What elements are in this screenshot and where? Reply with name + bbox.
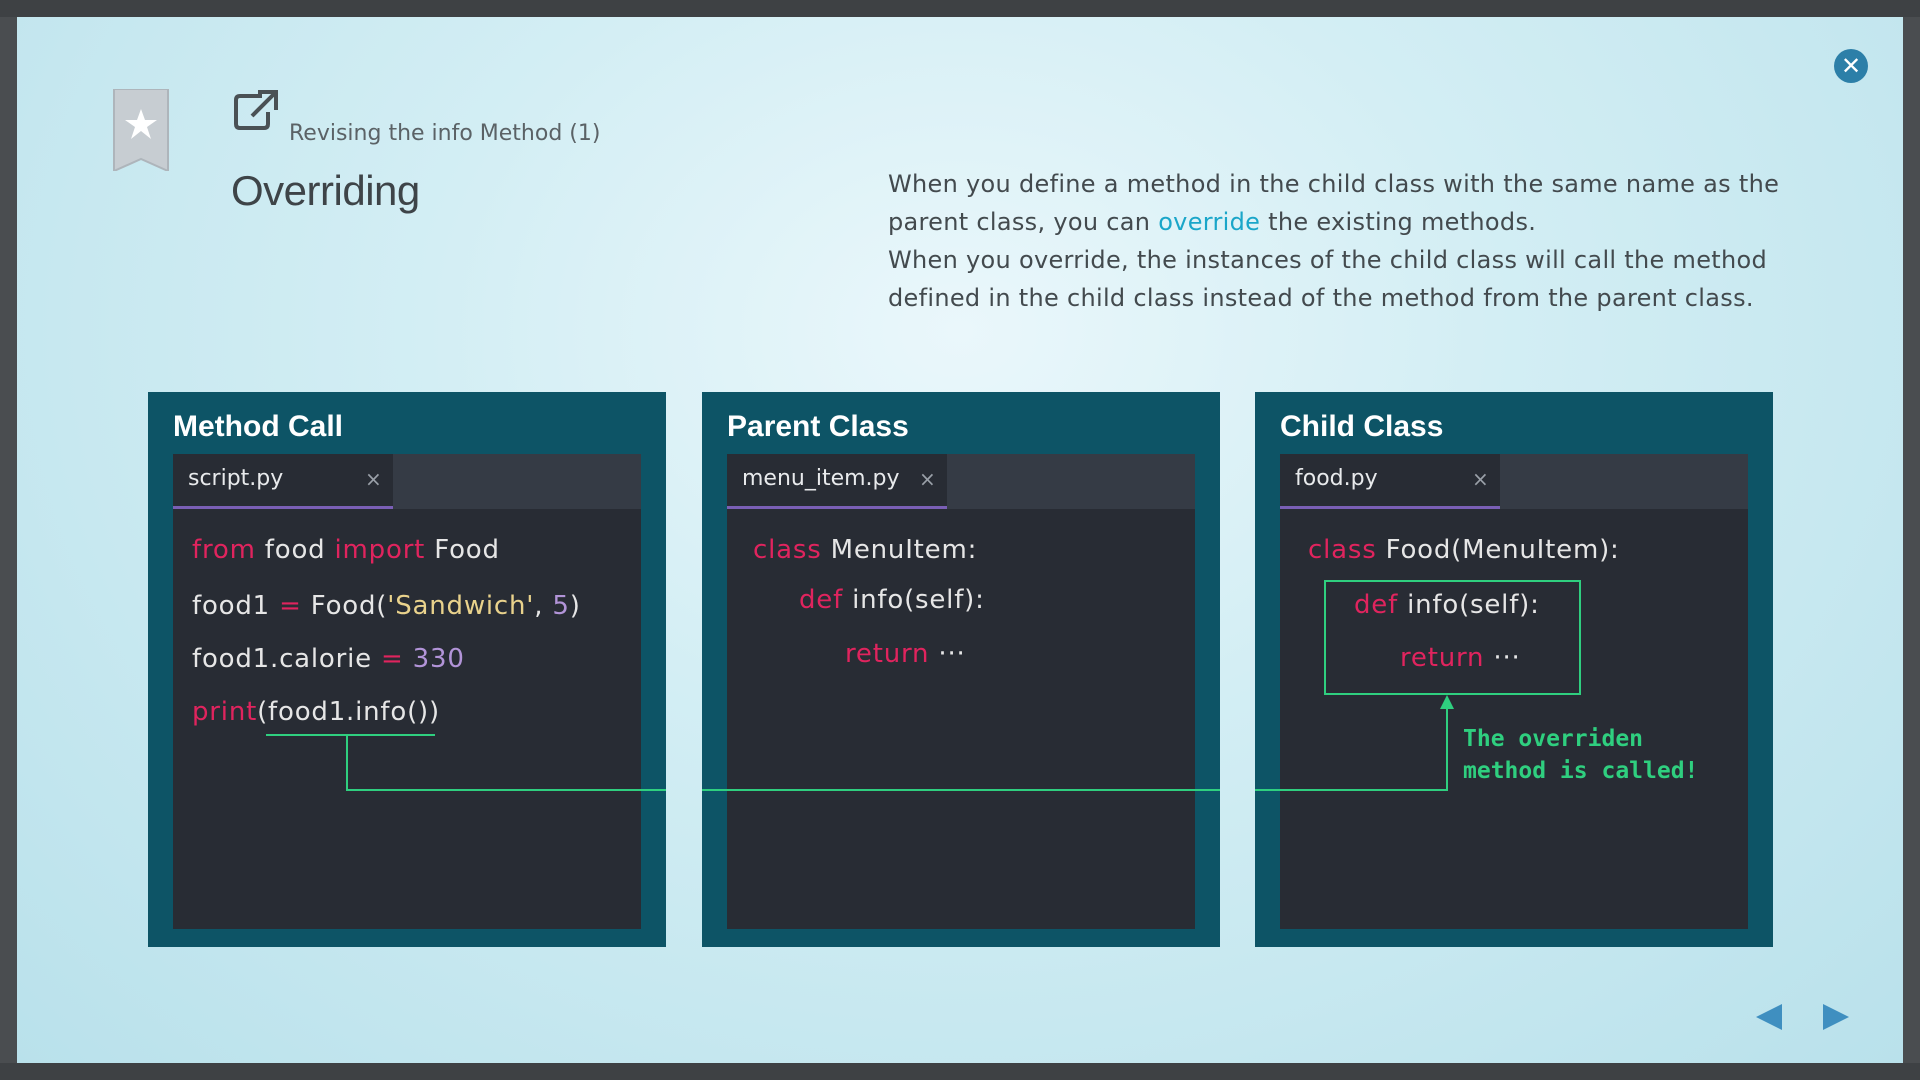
override-highlight: override	[1158, 208, 1261, 236]
code-line: from food import Food	[192, 535, 500, 565]
tab-close-icon[interactable]: ×	[1472, 467, 1489, 491]
code-line: def info(self):	[799, 585, 985, 615]
tab-filename: script.py	[188, 466, 284, 491]
page-title: Overriding	[231, 167, 420, 214]
code-line: food1.calorie = 330	[192, 644, 465, 674]
slide-modal: ✕ Revising the info Method (1) Overridin…	[17, 17, 1903, 1063]
panel-title: Child Class	[1280, 410, 1444, 443]
editor-tab[interactable]: menu_item.py ×	[727, 454, 947, 509]
lesson-subtitle: Revising the info Method (1)	[289, 121, 601, 146]
code-line: return ···	[845, 639, 966, 669]
editor-tab-bar: menu_item.py ×	[727, 454, 1195, 509]
code-line: print(food1.info())	[192, 697, 440, 727]
tab-close-icon[interactable]: ×	[365, 467, 382, 491]
method-call-panel: Method Call script.py × from food import…	[148, 392, 666, 947]
code-line: class Food(MenuItem):	[1308, 535, 1620, 565]
editor-tab[interactable]: food.py ×	[1280, 454, 1500, 509]
bookmark-star-icon[interactable]	[112, 89, 170, 171]
editor-tab[interactable]: script.py ×	[173, 454, 393, 509]
code-editor: food.py × class Food(MenuItem): def info…	[1280, 454, 1748, 929]
background-top-bar	[0, 0, 1920, 17]
override-note: The overriden method is called!	[1463, 726, 1699, 784]
close-icon[interactable]: ✕	[1834, 49, 1868, 83]
code-editor: script.py × from food import Food food1 …	[173, 454, 641, 929]
tab-close-icon[interactable]: ×	[919, 467, 936, 491]
description-text-3: When you override, the instances of the …	[888, 246, 1768, 312]
triangle-left-icon[interactable]	[1752, 1000, 1786, 1034]
code-line: return ···	[1400, 643, 1521, 673]
panel-title: Parent Class	[727, 410, 909, 443]
panel-title: Method Call	[173, 410, 343, 443]
parent-class-panel: Parent Class menu_item.py × class MenuIt…	[702, 392, 1220, 947]
external-link-icon[interactable]	[232, 88, 280, 132]
tab-filename: menu_item.py	[742, 466, 900, 491]
code-line: class MenuItem:	[753, 535, 978, 565]
code-editor: menu_item.py × class MenuItem: def info(…	[727, 454, 1195, 929]
triangle-right-icon[interactable]	[1819, 1000, 1853, 1034]
editor-tab-bar: food.py ×	[1280, 454, 1748, 509]
child-class-panel: Child Class food.py × class Food(MenuIte…	[1255, 392, 1773, 947]
description-text-2: the existing methods.	[1260, 208, 1537, 236]
code-line: food1 = Food('Sandwich', 5)	[192, 591, 581, 621]
slide-description: When you define a method in the child cl…	[888, 165, 1808, 317]
tab-filename: food.py	[1295, 466, 1378, 491]
editor-tab-bar: script.py ×	[173, 454, 641, 509]
code-line: def info(self):	[1354, 590, 1540, 620]
background-bottom-bar	[0, 1063, 1920, 1080]
